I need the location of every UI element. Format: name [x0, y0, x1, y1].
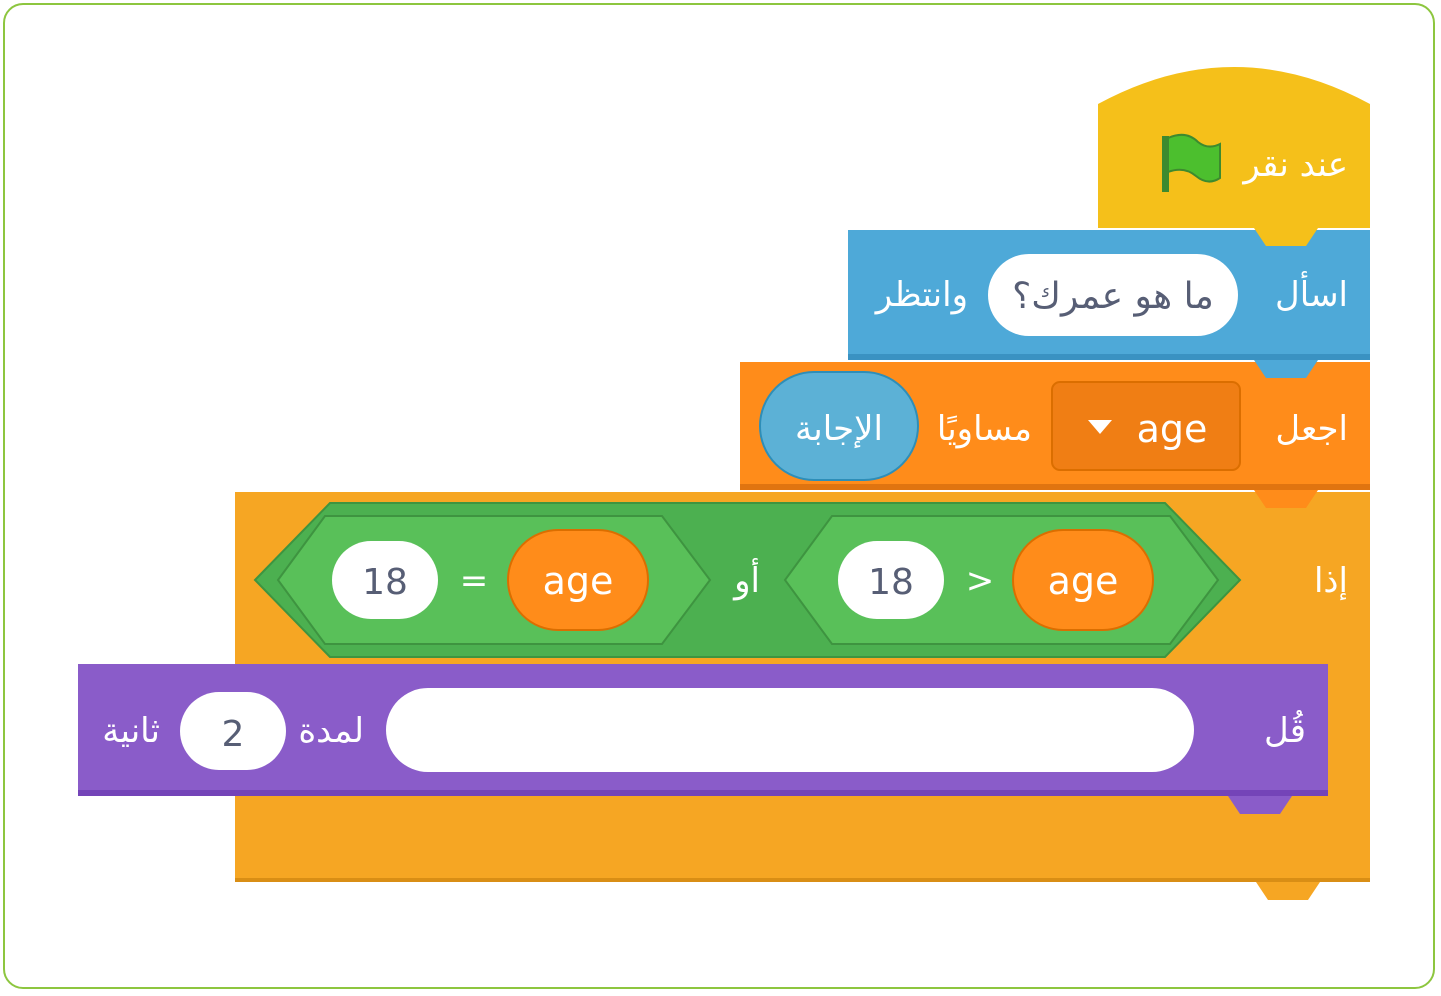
- compare-value: 18: [868, 562, 914, 603]
- and-wait-label: وانتظر: [874, 275, 968, 315]
- set-variable-block[interactable]: اجعل age مساويًا الإجابة: [740, 362, 1370, 508]
- variable-name: age: [543, 559, 614, 603]
- say-for-secs-block[interactable]: قُل لمدة 2 ثانية: [78, 664, 1328, 814]
- hat-label: عند نقر: [1241, 145, 1348, 185]
- question-text: ما هو عمرك؟: [1012, 276, 1214, 317]
- or-label: أو: [732, 558, 760, 601]
- seconds-label: ثانية: [102, 711, 160, 751]
- duration-value: 2: [222, 714, 245, 755]
- set-label: اجعل: [1275, 409, 1348, 449]
- dropdown-value: age: [1137, 407, 1208, 451]
- operator-symbol: >: [966, 561, 995, 601]
- compare-value: 18: [362, 562, 408, 603]
- message-input[interactable]: [386, 688, 1194, 772]
- ask-label: اسأل: [1275, 271, 1348, 315]
- equals-block[interactable]: 18 = age: [276, 515, 712, 645]
- greater-than-block[interactable]: 18 > age: [783, 515, 1220, 645]
- for-label: لمدة: [298, 711, 364, 751]
- ask-and-wait-block[interactable]: اسأل ما هو عمرك؟ وانتظر: [848, 230, 1370, 378]
- answer-label: الإجابة: [795, 409, 883, 449]
- if-label: إذا: [1314, 561, 1348, 601]
- to-label: مساويًا: [937, 409, 1032, 449]
- variable-name: age: [1048, 559, 1119, 603]
- operator-symbol: =: [460, 561, 489, 601]
- when-flag-clicked-block[interactable]: عند نقر: [1098, 67, 1370, 246]
- say-label: قُل: [1264, 710, 1306, 751]
- script-canvas: إذا أو 18 > age 18 = age قُل لمدة 2 ثاني…: [78, 67, 1370, 900]
